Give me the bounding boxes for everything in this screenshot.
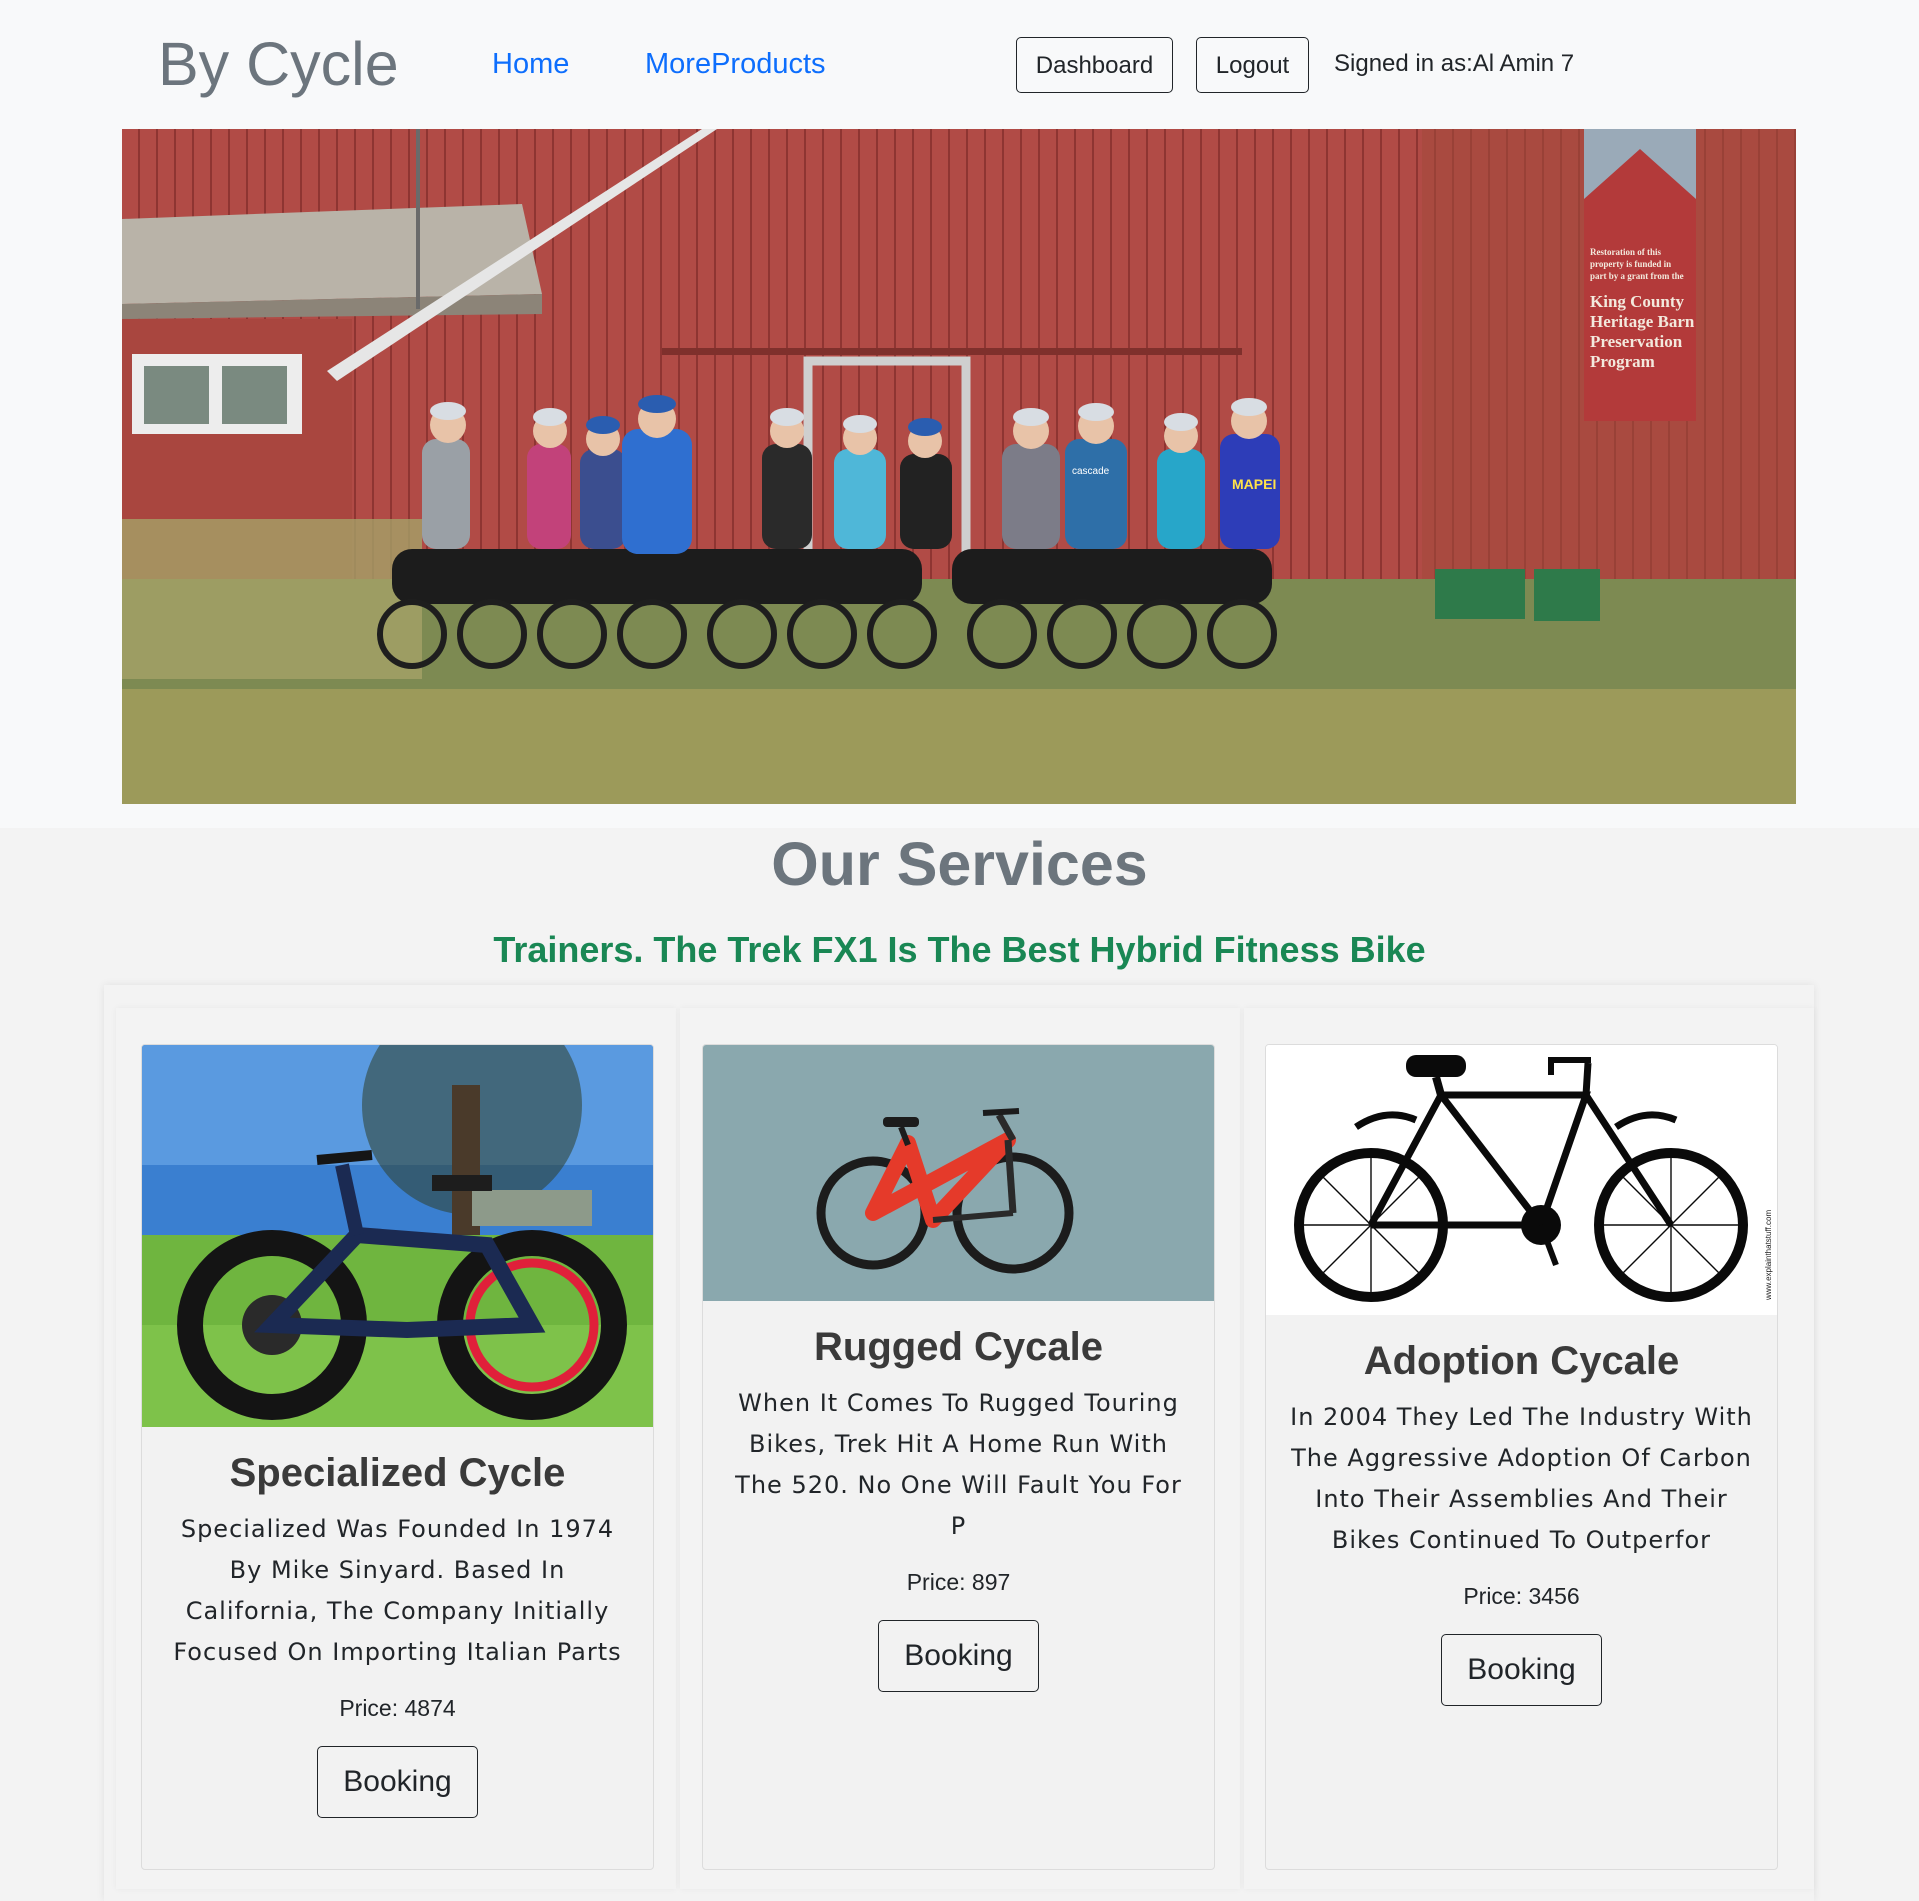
services-subtitle: Trainers. The Trek FX1 Is The Best Hybri…	[493, 929, 1426, 970]
card-description: Specialized Was Founded In 1974 By Mike …	[173, 1515, 622, 1666]
barn-sign-line: Heritage Barn	[1590, 312, 1695, 331]
fat-bike-photo	[142, 1045, 653, 1427]
bicycle-drawing: www.explainthatstuff.com	[1266, 1045, 1777, 1315]
card-image	[703, 1045, 1214, 1301]
card-description: When It Comes To Rugged Touring Bikes, T…	[735, 1389, 1182, 1540]
card-title: Rugged Cycale	[814, 1325, 1103, 1369]
dashboard-button[interactable]: Dashboard	[1016, 37, 1173, 93]
brand-logo-text[interactable]: By Cycle	[158, 28, 399, 100]
service-card-adoption: www.explainthatstuff.com Adoption Cycale…	[1265, 1044, 1778, 1870]
red-ebike-photo	[703, 1045, 1214, 1301]
signed-in-status: Signed in as:Al Amin 7	[1334, 50, 1575, 77]
barn-sign-line: King County	[1590, 292, 1684, 311]
barn-sign-line: property is funded in	[1590, 259, 1671, 269]
card-title: Specialized Cycle	[229, 1451, 566, 1495]
card-price: Price: 4874	[339, 1695, 456, 1721]
card-image	[142, 1045, 653, 1427]
jersey-text: cascade	[1072, 466, 1110, 477]
hero-image: Restoration of this property is funded i…	[122, 129, 1796, 804]
nav-link-home[interactable]: Home	[492, 46, 569, 82]
barn-sign-line: Preservation	[1590, 332, 1683, 351]
nav-link-more-products[interactable]: MoreProducts	[645, 46, 826, 82]
card-price: Price: 897	[906, 1569, 1011, 1595]
barn-sign-line: Program	[1590, 352, 1655, 371]
navbar: By Cycle Home MoreProducts Dashboard Log…	[0, 0, 1919, 128]
hero-photo: Restoration of this property is funded i…	[122, 129, 1796, 804]
booking-button[interactable]: Booking	[317, 1746, 478, 1818]
card-title: Adoption Cycale	[1363, 1339, 1680, 1383]
booking-button[interactable]: Booking	[878, 1620, 1039, 1692]
booking-button[interactable]: Booking	[1441, 1634, 1602, 1706]
barn-sign-line: Restoration of this	[1590, 247, 1661, 257]
image-watermark: www.explainthatstuff.com	[1764, 1210, 1773, 1301]
card-description: In 2004 They Led The Industry With The A…	[1290, 1403, 1753, 1554]
service-card-rugged: Rugged Cycale When It Comes To Rugged To…	[702, 1044, 1215, 1870]
card-price: Price: 3456	[1463, 1583, 1580, 1609]
logout-button[interactable]: Logout	[1196, 37, 1309, 93]
barn-sign-line: part by a grant from the	[1590, 271, 1684, 281]
services-title: Our Services	[771, 830, 1148, 898]
jersey-text: MAPEI	[1232, 476, 1276, 492]
card-image: www.explainthatstuff.com	[1266, 1045, 1777, 1315]
service-card-specialized: Specialized Cycle Specialized Was Founde…	[141, 1044, 654, 1870]
